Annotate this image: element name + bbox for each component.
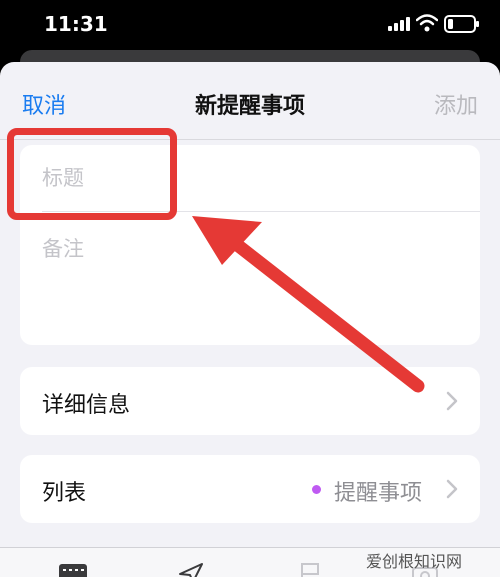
reminder-input-card xyxy=(20,145,480,345)
add-button[interactable]: 添加 xyxy=(434,88,478,120)
flag-icon[interactable] xyxy=(296,562,326,577)
title-input[interactable] xyxy=(20,145,480,211)
status-bar: 11:31 xyxy=(0,0,500,48)
page-title: 新提醒事项 xyxy=(194,94,305,119)
battery-icon xyxy=(444,15,479,33)
list-value: 提醒事项 xyxy=(334,481,423,506)
field-divider xyxy=(42,211,480,212)
details-row[interactable]: 详细信息 xyxy=(20,367,480,435)
location-icon[interactable] xyxy=(176,562,206,577)
list-label: 列表 xyxy=(42,481,87,506)
new-reminder-sheet: 取消 新提醒事项 添加 详细信息 列表 提醒事项 xyxy=(0,62,500,577)
notes-input[interactable] xyxy=(20,213,480,343)
details-label: 详细信息 xyxy=(42,393,131,418)
chevron-right-icon xyxy=(446,479,458,499)
nav-bar: 取消 新提醒事项 添加 xyxy=(0,62,500,140)
list-row[interactable]: 列表 提醒事项 xyxy=(20,455,480,523)
list-color-dot xyxy=(312,485,321,494)
calendar-icon[interactable] xyxy=(58,562,88,577)
wifi-icon xyxy=(416,14,438,32)
cellular-signal-icon xyxy=(388,17,410,31)
chevron-right-icon xyxy=(446,391,458,411)
watermark: 爱创根知识网 xyxy=(366,552,463,571)
status-time: 11:31 xyxy=(44,12,108,36)
